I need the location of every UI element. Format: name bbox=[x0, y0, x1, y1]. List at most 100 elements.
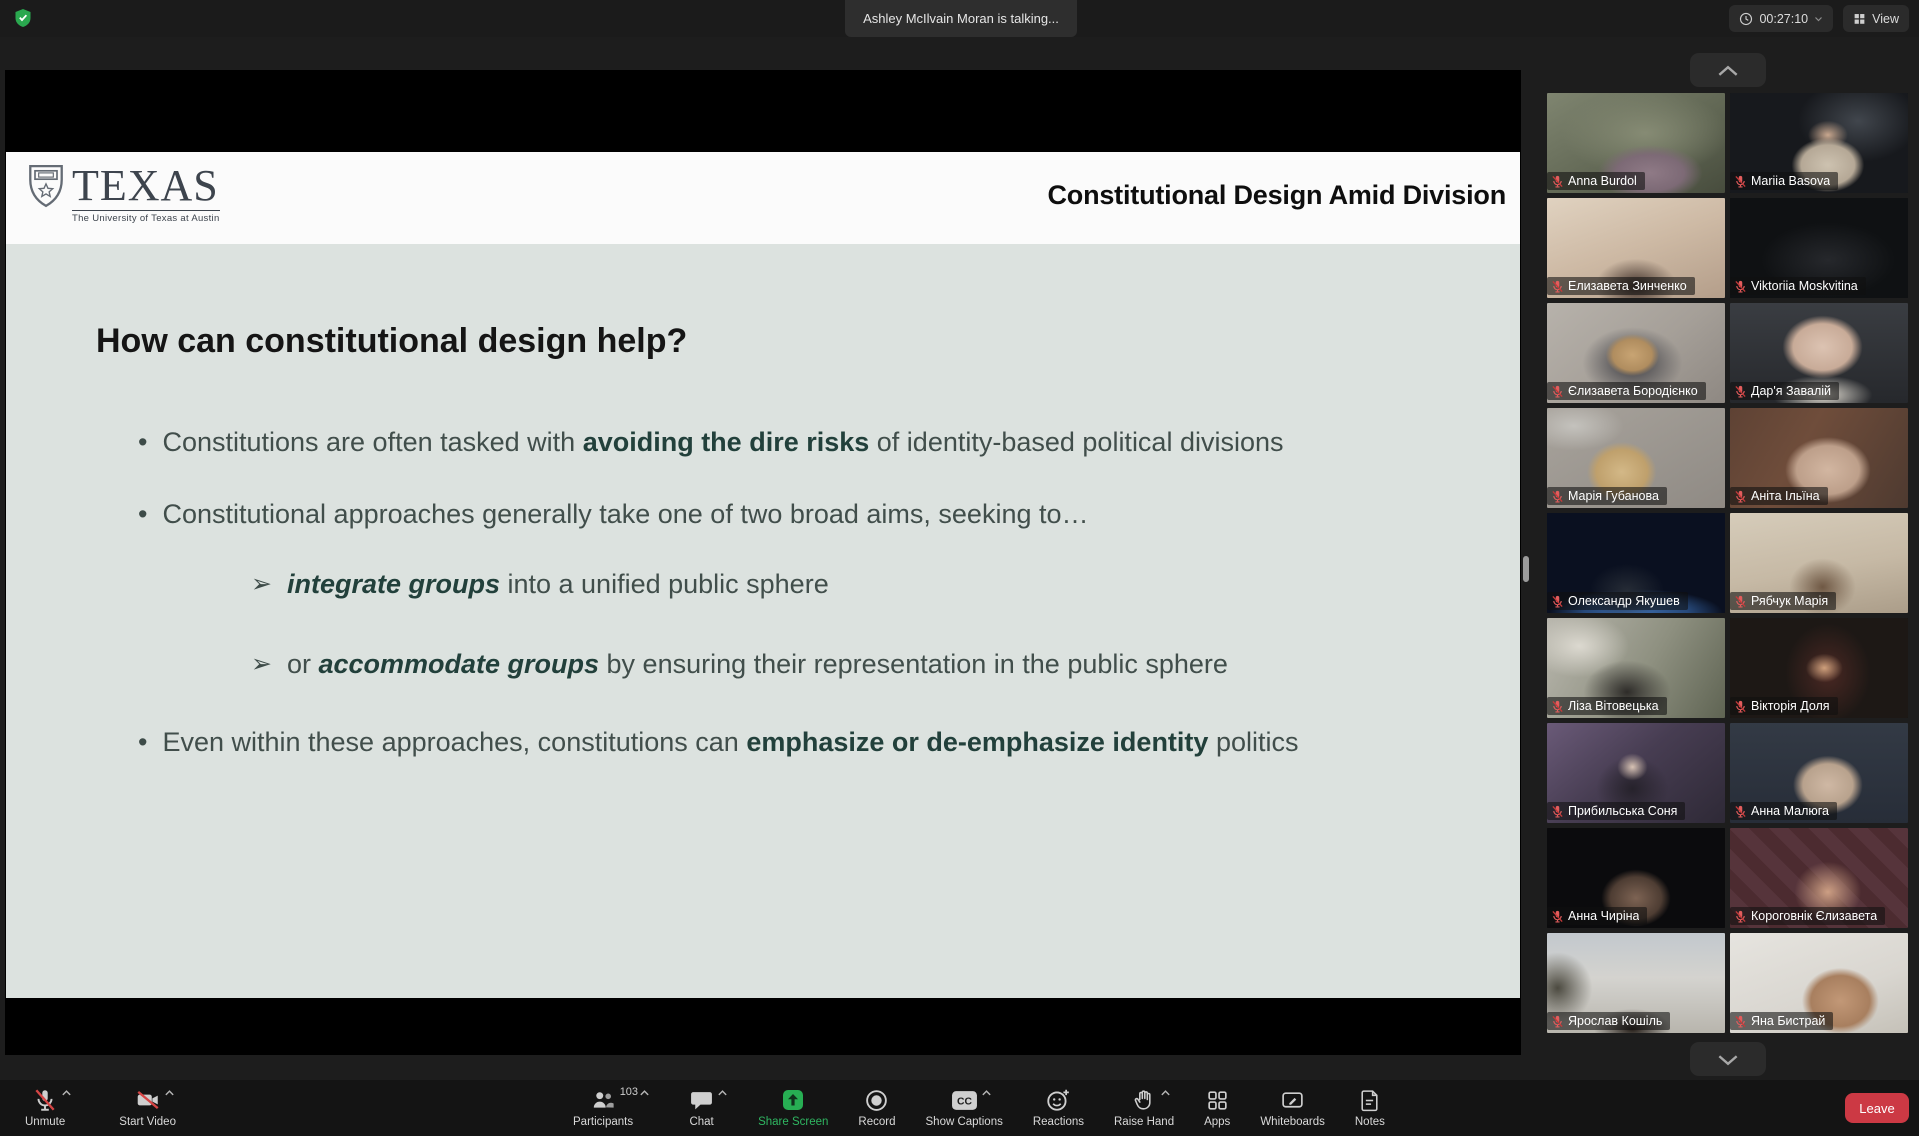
participant-tile[interactable]: Anna Burdol bbox=[1547, 93, 1725, 193]
participant-tile[interactable]: Рябчук Марія bbox=[1730, 513, 1908, 613]
reactions-smiley-icon bbox=[1045, 1087, 1071, 1113]
logo-subtitle: The University of Texas at Austin bbox=[72, 210, 220, 224]
chevron-up-icon[interactable] bbox=[61, 1089, 72, 1097]
participant-name: Рябчук Марія bbox=[1751, 594, 1828, 608]
participant-name: Дар'я Завалій bbox=[1751, 384, 1831, 398]
mic-muted-icon bbox=[1734, 700, 1747, 713]
participant-tile[interactable]: Анна Малюга bbox=[1730, 723, 1908, 823]
participants-count: 103 bbox=[620, 1086, 638, 1098]
mic-muted-icon bbox=[1551, 910, 1564, 923]
participant-name: Марія Губанова bbox=[1568, 489, 1659, 503]
chevron-up-icon[interactable] bbox=[981, 1089, 992, 1097]
logo-text: TEXAS The University of Texas at Austin bbox=[72, 164, 220, 224]
bullet-marker: • bbox=[138, 422, 147, 462]
participant-tile[interactable]: Ярослав Кошіль bbox=[1547, 933, 1725, 1033]
participant-name-label: Рябчук Марія bbox=[1730, 592, 1836, 610]
scroll-up-button[interactable] bbox=[1690, 53, 1766, 87]
logo-wordmark: TEXAS bbox=[72, 164, 220, 208]
notes-button[interactable]: Notes bbox=[1342, 1085, 1398, 1128]
participant-name-label: Олександр Якушев bbox=[1547, 592, 1688, 610]
participant-name-label: Яна Бистрай bbox=[1730, 1012, 1833, 1030]
closed-captions-icon: CC bbox=[951, 1089, 978, 1112]
participant-tile[interactable]: Єлизавета Бородієнко bbox=[1547, 303, 1725, 403]
participant-name: Елизавета Зинченко bbox=[1568, 279, 1687, 293]
mic-muted-icon bbox=[1551, 490, 1564, 503]
participant-name-label: Анна Малюга bbox=[1730, 802, 1837, 820]
mic-muted-icon bbox=[1551, 385, 1564, 398]
panel-resize-handle[interactable] bbox=[1523, 556, 1529, 582]
microphone-muted-icon bbox=[32, 1087, 58, 1113]
mic-muted-icon bbox=[1734, 1015, 1747, 1028]
zoom-meeting-window: Ashley McIlvain Moran is talking... 00:2… bbox=[0, 0, 1919, 1136]
participant-tile[interactable]: Аніта Ільїна bbox=[1730, 408, 1908, 508]
participant-tile[interactable]: Прибильська Соня bbox=[1547, 723, 1725, 823]
participants-strip: Anna Burdol Mariia Basova Елизавета Зинч… bbox=[1540, 0, 1919, 1080]
participant-tile[interactable]: Mariia Basova bbox=[1730, 93, 1908, 193]
mic-muted-icon bbox=[1734, 910, 1747, 923]
camera-muted-icon bbox=[135, 1087, 161, 1113]
slide-title: Constitutional Design Amid Division bbox=[1047, 180, 1506, 211]
ut-shield-icon bbox=[28, 164, 64, 208]
participant-tile[interactable]: Елизавета Зинченко bbox=[1547, 198, 1725, 298]
whiteboards-button[interactable]: Whiteboards bbox=[1247, 1085, 1338, 1128]
participant-name-label: Єлизавета Бородієнко bbox=[1547, 382, 1706, 400]
participant-name: Анна Малюга bbox=[1751, 804, 1829, 818]
participant-tile[interactable]: Вікторія Доля bbox=[1730, 618, 1908, 718]
participant-tile[interactable]: Олександр Якушев bbox=[1547, 513, 1725, 613]
participant-name-label: Вікторія Доля bbox=[1730, 697, 1838, 715]
notes-icon bbox=[1357, 1088, 1382, 1113]
slide-bullet: ➢integrate groups into a unified public … bbox=[251, 564, 829, 604]
active-speaker-text: Ashley McIlvain Moran is talking... bbox=[863, 11, 1059, 26]
chevron-up-icon[interactable] bbox=[717, 1089, 728, 1097]
participant-tile[interactable]: Яна Бистрай bbox=[1730, 933, 1908, 1033]
participant-name-label: Марія Губанова bbox=[1547, 487, 1667, 505]
participant-name: Єлизавета Бородієнко bbox=[1568, 384, 1698, 398]
participant-name-label: Дар'я Завалій bbox=[1730, 382, 1839, 400]
participant-name-label: Анна Чиріна bbox=[1547, 907, 1647, 925]
mic-muted-icon bbox=[1734, 280, 1747, 293]
show-captions-button[interactable]: CC Show Captions bbox=[913, 1085, 1016, 1128]
chat-button[interactable]: Chat bbox=[676, 1085, 727, 1128]
mic-muted-icon bbox=[1734, 175, 1747, 188]
mic-muted-icon bbox=[1551, 1015, 1564, 1028]
participant-name-label: Anna Burdol bbox=[1547, 172, 1645, 190]
share-screen-icon bbox=[781, 1088, 805, 1112]
unmute-button[interactable]: Unmute bbox=[12, 1085, 78, 1128]
participant-tile[interactable]: Дар'я Завалій bbox=[1730, 303, 1908, 403]
chevron-down-icon bbox=[1715, 1053, 1741, 1066]
slide-bullet: •Even within these approaches, constitut… bbox=[138, 722, 1432, 762]
participant-name: Mariia Basova bbox=[1751, 174, 1830, 188]
participant-tile[interactable]: Марія Губанова bbox=[1547, 408, 1725, 508]
participant-name: Ярослав Кошіль bbox=[1568, 1014, 1662, 1028]
participant-tile[interactable]: Ліза Вітовецька bbox=[1547, 618, 1725, 718]
bullet-marker: ➢ bbox=[251, 644, 272, 684]
chevron-up-icon[interactable] bbox=[164, 1089, 175, 1097]
chevron-up-icon[interactable] bbox=[639, 1089, 650, 1097]
reactions-button[interactable]: Reactions bbox=[1020, 1085, 1097, 1128]
start-video-button[interactable]: Start Video bbox=[106, 1085, 189, 1128]
mic-muted-icon bbox=[1551, 280, 1564, 293]
slide-header-band: TEXAS The University of Texas at Austin … bbox=[6, 152, 1520, 244]
participant-name: Прибильська Соня bbox=[1568, 804, 1677, 818]
participant-name-label: Прибильська Соня bbox=[1547, 802, 1685, 820]
leave-button[interactable]: Leave bbox=[1845, 1093, 1909, 1123]
share-screen-button[interactable]: Share Screen bbox=[745, 1085, 841, 1128]
chat-icon bbox=[689, 1088, 714, 1113]
participant-tile[interactable]: Viktoriia Moskvitina bbox=[1730, 198, 1908, 298]
scroll-down-button[interactable] bbox=[1690, 1042, 1766, 1076]
presentation-slide: TEXAS The University of Texas at Austin … bbox=[6, 152, 1520, 998]
active-speaker-banner: Ashley McIlvain Moran is talking... bbox=[845, 0, 1077, 37]
participant-tile[interactable]: Анна Чиріна bbox=[1547, 828, 1725, 928]
participant-name-label: Аніта Ільїна bbox=[1730, 487, 1828, 505]
chevron-up-icon[interactable] bbox=[1160, 1089, 1171, 1097]
ut-austin-logo: TEXAS The University of Texas at Austin bbox=[28, 164, 220, 224]
bullet-marker: • bbox=[138, 494, 147, 534]
participant-tile[interactable]: Короговнік Єлизавета bbox=[1730, 828, 1908, 928]
record-button[interactable]: Record bbox=[845, 1085, 908, 1128]
raise-hand-button[interactable]: Raise Hand bbox=[1101, 1085, 1187, 1128]
participants-button[interactable]: 103 Participants bbox=[560, 1085, 646, 1128]
security-shield-icon[interactable] bbox=[14, 8, 32, 29]
mic-muted-icon bbox=[1551, 805, 1564, 818]
apps-button[interactable]: Apps bbox=[1191, 1085, 1243, 1128]
mic-muted-icon bbox=[1551, 175, 1564, 188]
